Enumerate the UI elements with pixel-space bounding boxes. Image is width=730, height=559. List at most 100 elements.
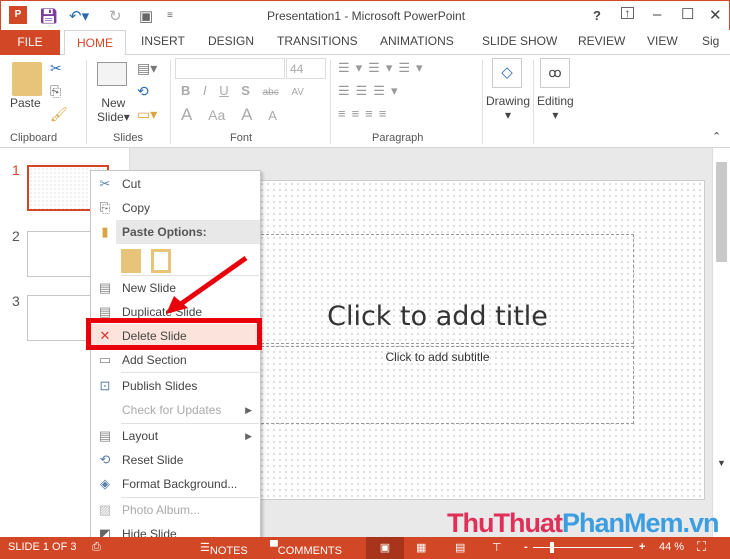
bold-button[interactable]: B	[181, 83, 190, 98]
slide-canvas: Click to add title Click to add subtitle	[241, 180, 705, 500]
notes-button[interactable]: ☰ NOTES	[200, 541, 248, 557]
scroll-thumb[interactable]	[716, 162, 727, 262]
submenu-arrow-icon: ▶	[245, 431, 252, 441]
grow-font-button[interactable]: A	[241, 105, 251, 124]
subtitle-placeholder[interactable]: Click to add subtitle	[241, 346, 634, 424]
menu-item-cut[interactable]: ✂ Cut	[91, 172, 260, 196]
new-slide-icon: ▤	[98, 280, 112, 295]
shrink-font-button[interactable]: A	[268, 108, 277, 123]
format-bg-icon: ◈	[100, 476, 110, 491]
font-format-buttons[interactable]: B I U S abc AV	[181, 83, 304, 98]
tab-home[interactable]: HOME	[64, 30, 126, 56]
slide-sorter-button[interactable]: ▦	[416, 541, 426, 554]
drawing-button[interactable]: Drawing ▾	[486, 94, 530, 122]
slide-number: 2	[12, 228, 20, 244]
menu-item-layout[interactable]: ▤ Layout ▶	[91, 424, 260, 448]
collapse-ribbon-icon[interactable]: ⌃	[712, 130, 721, 143]
menu-item-add-section[interactable]: ▭ Add Section	[91, 348, 260, 372]
font-name-input[interactable]	[175, 58, 285, 79]
menu-item-check-for-updates[interactable]: Check for Updates ▶	[91, 398, 260, 422]
close-button[interactable]: ✕	[709, 6, 722, 24]
italic-button[interactable]: I	[203, 83, 207, 98]
font-color-buttons[interactable]: A Aa A A	[181, 105, 277, 125]
editing-label: Editing	[537, 94, 574, 108]
help-button[interactable]: ?	[593, 8, 601, 23]
context-menu: ✂ Cut ⎘ Copy Paste Options: ▮ ▤ New Slide ▤…	[90, 170, 261, 548]
paste-button[interactable]: Paste	[10, 96, 41, 110]
publish-icon: ⊡	[99, 378, 111, 393]
tab-file[interactable]: FILE	[0, 30, 60, 55]
tab-design[interactable]: DESIGN	[208, 34, 254, 48]
shadow-button[interactable]: S	[241, 83, 250, 98]
paragraph-align-icons[interactable]: ≡≡≡≡	[338, 106, 392, 121]
menu-item-copy[interactable]: ⎘ Copy	[91, 196, 260, 220]
menu-item-reset-slide[interactable]: ⟲ Reset Slide	[91, 448, 260, 472]
title-placeholder[interactable]: Click to add title	[241, 234, 634, 344]
menu-item-format-background[interactable]: ◈ Format Background...	[91, 472, 260, 496]
maximize-button[interactable]: ☐	[681, 5, 694, 23]
tab-review[interactable]: REVIEW	[578, 34, 625, 48]
character-spacing-button[interactable]: AV	[291, 87, 304, 98]
slide-number: 1	[12, 162, 20, 178]
change-case-button[interactable]: Aa	[208, 107, 225, 123]
format-painter-icon[interactable]: 🖌︎	[50, 106, 68, 123]
slide-number: 3	[12, 293, 20, 309]
comments-button[interactable]: ▀ COMMENTS	[270, 541, 342, 557]
shapes-icon[interactable]: ◇	[492, 58, 522, 88]
zoom-slider-thumb[interactable]	[549, 542, 554, 553]
menu-item-publish-slides[interactable]: ⊡ Publish Slides	[91, 374, 260, 398]
reset-icon[interactable]: ⟲	[137, 83, 149, 100]
tab-sign-in[interactable]: Sig	[702, 34, 719, 48]
new-slide-label-2: Slide	[97, 110, 124, 124]
add-section-icon: ▭	[98, 352, 112, 367]
slide-count: SLIDE 1 OF 3	[8, 541, 77, 553]
slideshow-button[interactable]: ⊤	[492, 541, 502, 554]
zoom-slider[interactable]	[533, 542, 633, 553]
zoom-out-button[interactable]: -	[524, 541, 528, 553]
highlight-box	[86, 318, 262, 350]
copy-icon: ⎘	[99, 200, 111, 215]
new-slide-button[interactable]: New Slide▾	[97, 96, 130, 124]
binoculars-icon[interactable]: ꝏ	[540, 58, 570, 88]
photo-album-icon: ▨	[98, 502, 112, 517]
font-size-input[interactable]: 44	[286, 58, 326, 79]
underline-button[interactable]: U	[219, 83, 228, 98]
comments-label: COMMENTS	[277, 545, 342, 557]
minimize-button[interactable]: –	[653, 6, 661, 23]
copy-icon[interactable]: ⎘	[50, 83, 61, 100]
zoom-level[interactable]: 44 %	[659, 541, 684, 553]
layout-icon: ▤	[98, 428, 112, 443]
arrow-shaft	[176, 255, 248, 309]
paragraph-indent-icons[interactable]: ☰☰☰▾	[338, 83, 404, 99]
tab-insert[interactable]: INSERT	[141, 34, 185, 48]
menu-item-photo-album[interactable]: ▨ Photo Album...	[91, 498, 260, 522]
new-slide-label-1: New	[101, 96, 126, 110]
strikethrough-button[interactable]: abc	[263, 87, 279, 98]
annotation-arrow	[166, 255, 248, 314]
paragraph-list-icons[interactable]: ☰▾☰▾☰▾	[338, 60, 429, 76]
normal-view-button[interactable]: ▣	[366, 537, 404, 559]
group-paragraph: Paragraph	[372, 132, 424, 144]
drawing-label: Drawing	[486, 94, 531, 108]
submenu-arrow-icon: ▶	[245, 405, 252, 415]
new-slide-icon[interactable]	[97, 62, 127, 86]
editing-button[interactable]: Editing ▾	[537, 94, 574, 122]
font-color-button[interactable]: A	[181, 105, 191, 124]
vertical-scrollbar[interactable]: ▼	[712, 148, 730, 537]
spell-check-icon[interactable]: ⎙	[92, 541, 101, 554]
tab-view[interactable]: VIEW	[647, 34, 678, 48]
tab-slide-show[interactable]: SLIDE SHOW	[482, 34, 557, 48]
ribbon-display-options-icon[interactable]: ↑	[621, 7, 634, 19]
paste-icon[interactable]	[12, 62, 42, 96]
zoom-in-button[interactable]: +	[639, 541, 645, 553]
fit-slide-icon[interactable]: ⛶	[697, 539, 706, 555]
layout-icon[interactable]: ▤▾	[137, 60, 157, 77]
reading-view-button[interactable]: ▤	[455, 541, 465, 554]
cut-icon[interactable]: ✂	[50, 60, 62, 77]
section-icon[interactable]: ▭▾	[137, 106, 157, 123]
scroll-down-icon[interactable]: ▼	[717, 458, 726, 468]
watermark: ThuThuatPhanMem.vn	[447, 508, 720, 538]
tab-transitions[interactable]: TRANSITIONS	[277, 34, 358, 48]
paste-keep-formatting-icon[interactable]	[121, 249, 141, 273]
tab-animations[interactable]: ANIMATIONS	[380, 34, 454, 48]
